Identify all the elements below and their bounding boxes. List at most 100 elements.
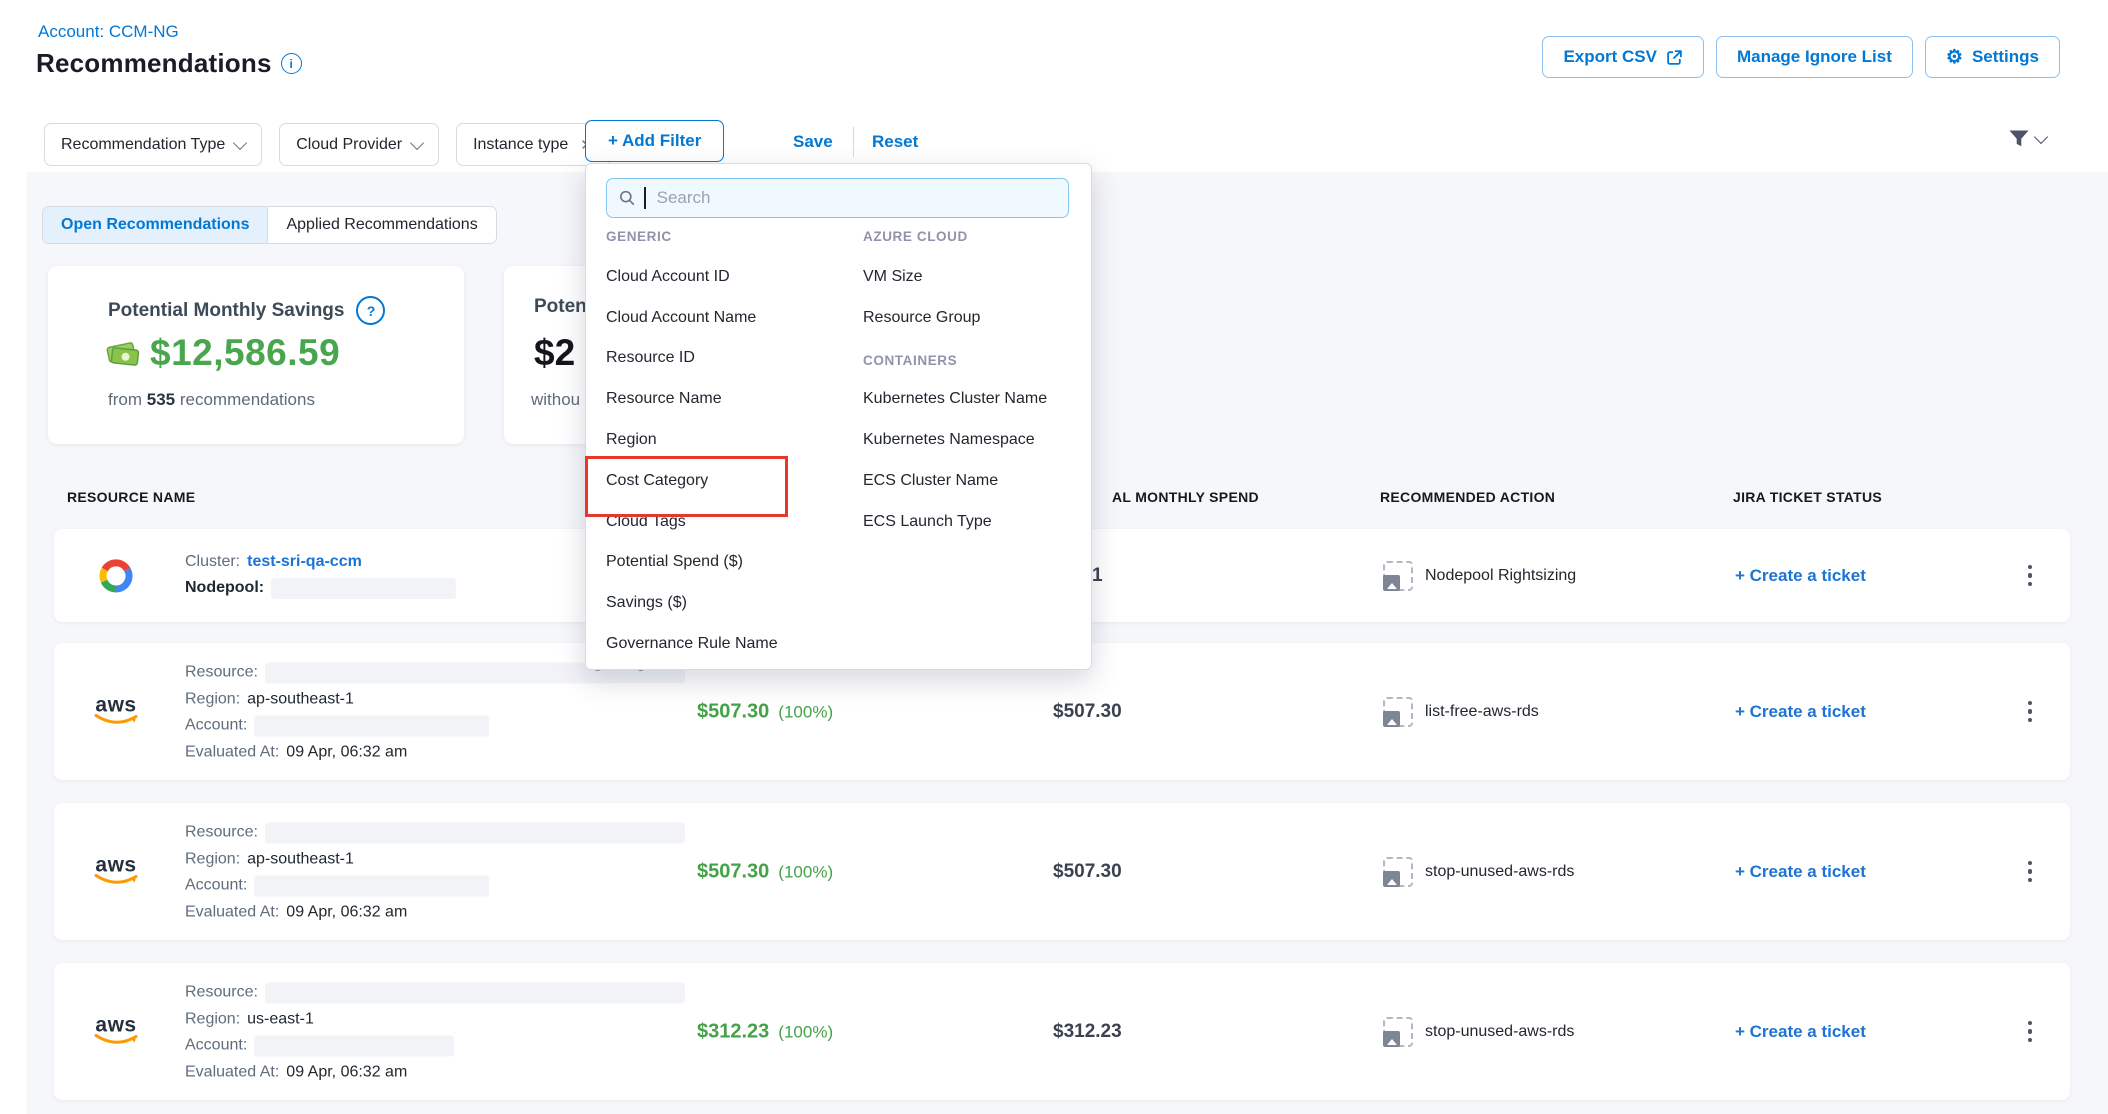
divider (853, 127, 854, 157)
aws-icon: aws (84, 857, 148, 886)
dropdown-item-ecs-cluster-name[interactable]: ECS Cluster Name (863, 472, 998, 490)
dropdown-item-resource-name[interactable]: Resource Name (606, 390, 722, 408)
savings-value: $507.30 (697, 700, 769, 723)
chevron-down-icon (2034, 130, 2048, 144)
settings-label: Settings (1972, 47, 2039, 67)
redacted-value (265, 982, 685, 1003)
dropdown-search[interactable] (606, 178, 1069, 218)
section-header-containers: CONTAINERS (863, 353, 957, 368)
chip-label: Instance type (473, 136, 568, 154)
row-menu-button[interactable] (2017, 1019, 2043, 1045)
evaluated-label: Evaluated At: (185, 1063, 279, 1081)
info-icon[interactable]: i (281, 53, 302, 74)
search-input[interactable] (655, 187, 1056, 209)
evaluated-label: Evaluated At: (185, 903, 279, 921)
resource-label: Resource: (185, 664, 258, 682)
dropdown-item-savings[interactable]: Savings ($) (606, 594, 687, 612)
export-csv-button[interactable]: Export CSV (1542, 36, 1704, 78)
row-menu-button[interactable] (2017, 699, 2043, 725)
text-caret (644, 187, 645, 209)
savings-percent: (100%) (778, 1022, 833, 1042)
help-icon[interactable]: ? (356, 296, 385, 325)
col-header-jira-ticket-status[interactable]: JIRA TICKET STATUS (1733, 489, 1882, 505)
reset-button[interactable]: Reset (872, 132, 918, 152)
dropdown-item-potential-spend[interactable]: Potential Spend ($) (606, 553, 743, 571)
dropdown-item-resource-id[interactable]: Resource ID (606, 349, 695, 367)
dropdown-item-kubernetes-cluster-name[interactable]: Kubernetes Cluster Name (863, 390, 1047, 408)
add-filter-label: + Add Filter (608, 131, 701, 151)
resource-label: Resource: (185, 984, 258, 1002)
cluster-link[interactable]: test-sri-qa-ccm (247, 553, 362, 571)
region-value: us-east-1 (247, 1010, 314, 1028)
savings-subtitle: from 535 recommendations (108, 390, 315, 410)
filter-chip-cloud-provider[interactable]: Cloud Provider (279, 123, 439, 166)
dropdown-item-governance-rule-name[interactable]: Governance Rule Name (606, 635, 778, 653)
spend-subtitle-fragment: withou (531, 390, 580, 410)
monthly-spend-value: $507.30 (1053, 861, 1122, 883)
recommended-action-label: stop-unused-aws-rds (1425, 1023, 1574, 1041)
page-title: Recommendations (36, 48, 272, 79)
money-icon (106, 339, 140, 367)
chip-label: Recommendation Type (61, 136, 225, 154)
filter-menu-button[interactable] (2008, 129, 2046, 149)
card-title: Potential Monthly Savings (108, 300, 344, 322)
manage-ignore-list-label: Manage Ignore List (1737, 47, 1892, 67)
recommended-action-label: list-free-aws-rds (1425, 703, 1539, 721)
col-header-resource-name[interactable]: RESOURCE NAME (67, 489, 195, 505)
image-placeholder-icon (1383, 697, 1413, 727)
chevron-down-icon (410, 135, 424, 149)
image-placeholder-icon (1383, 561, 1413, 591)
evaluated-label: Evaluated At: (185, 743, 279, 761)
col-header-recommended-action[interactable]: RECOMMENDED ACTION (1380, 489, 1555, 505)
gcp-icon (84, 555, 148, 597)
spend-amount-fragment: $2 (534, 332, 575, 374)
dropdown-item-cloud-account-id[interactable]: Cloud Account ID (606, 268, 730, 286)
gear-icon: ⚙ (1946, 48, 1963, 67)
dropdown-item-vm-size[interactable]: VM Size (863, 268, 923, 286)
create-ticket-button[interactable]: + Create a ticket (1735, 702, 1866, 722)
evaluated-value: 09 Apr, 06:32 am (286, 743, 407, 761)
external-link-icon (1666, 49, 1683, 66)
create-ticket-button[interactable]: + Create a ticket (1735, 862, 1866, 882)
aws-icon: aws (84, 697, 148, 726)
cluster-label: Cluster: (185, 553, 240, 571)
region-value: ap-southeast-1 (247, 690, 354, 708)
table-row[interactable]: aws Resource: Region:ap-southeast-1 Acco… (54, 803, 2070, 940)
dropdown-item-cloud-account-name[interactable]: Cloud Account Name (606, 309, 756, 327)
region-label: Region: (185, 1010, 240, 1028)
funnel-icon (2008, 129, 2030, 149)
settings-button[interactable]: ⚙ Settings (1925, 36, 2060, 78)
row-menu-button[interactable] (2017, 563, 2043, 589)
account-label: Account: (185, 1037, 247, 1055)
redacted-value (254, 1035, 454, 1056)
tab-applied-recommendations[interactable]: Applied Recommendations (268, 207, 495, 243)
savings-percent: (100%) (778, 862, 833, 882)
region-label: Region: (185, 690, 240, 708)
nodepool-label: Nodepool: (185, 579, 264, 597)
dropdown-item-region[interactable]: Region (606, 431, 657, 449)
dropdown-item-ecs-launch-type[interactable]: ECS Launch Type (863, 513, 992, 531)
account-label: Account: (185, 877, 247, 895)
save-button[interactable]: Save (793, 132, 833, 152)
savings-amount: $12,586.59 (150, 332, 340, 374)
dropdown-item-resource-group[interactable]: Resource Group (863, 309, 980, 327)
tab-open-recommendations[interactable]: Open Recommendations (43, 207, 268, 243)
create-ticket-button[interactable]: + Create a ticket (1735, 1022, 1866, 1042)
manage-ignore-list-button[interactable]: Manage Ignore List (1716, 36, 1913, 78)
dropdown-item-cost-category[interactable]: Cost Category (606, 472, 708, 490)
potential-monthly-savings-card: Potential Monthly Savings ? $12,586.59 f… (48, 266, 464, 444)
monthly-spend-value: $507.30 (1053, 701, 1122, 723)
card-title-fragment: Poten (534, 296, 587, 318)
filter-chip-recommendation-type[interactable]: Recommendation Type (44, 123, 262, 166)
table-row[interactable]: aws Resource: Region:us-east-1 Account: … (54, 963, 2070, 1100)
image-placeholder-icon (1383, 857, 1413, 887)
dropdown-item-kubernetes-namespace[interactable]: Kubernetes Namespace (863, 431, 1035, 449)
add-filter-button[interactable]: + Add Filter (585, 120, 724, 162)
monthly-spend-fragment: 1 (1092, 565, 1103, 587)
region-value: ap-southeast-1 (247, 850, 354, 868)
col-header-monthly-spend[interactable]: AL MONTHLY SPEND (1112, 489, 1259, 505)
create-ticket-button[interactable]: + Create a ticket (1735, 566, 1866, 586)
breadcrumb[interactable]: Account: CCM-NG (38, 22, 179, 42)
row-menu-button[interactable] (2017, 859, 2043, 885)
dropdown-item-cloud-tags[interactable]: Cloud Tags (606, 513, 686, 531)
